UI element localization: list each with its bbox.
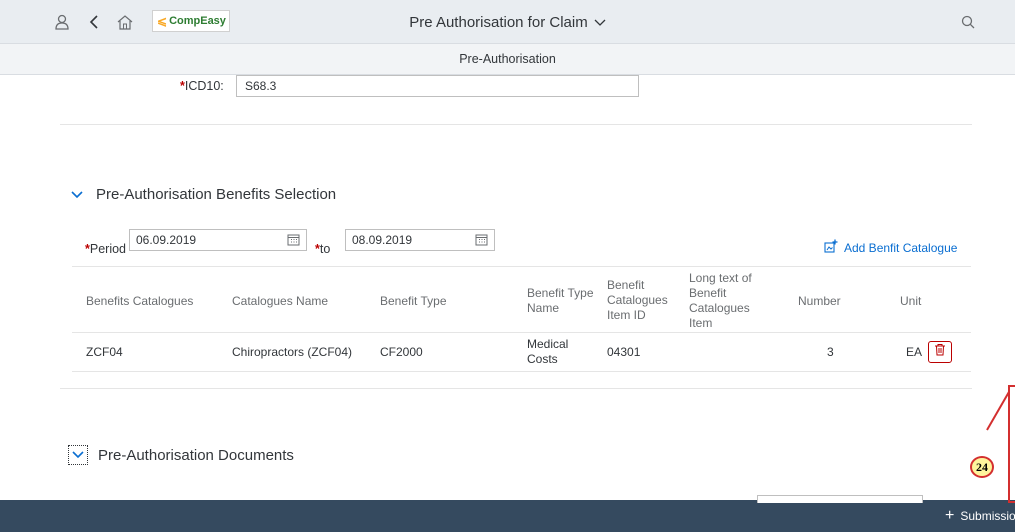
benefits-section-header[interactable]: Pre-Authorisation Benefits Selection (68, 186, 336, 203)
app-title-text[interactable]: Pre Authorisation for Claim (409, 14, 587, 31)
annotation-bracket-bottom (1008, 501, 1015, 503)
submission-button[interactable]: + Submissio (945, 508, 1015, 524)
delete-icon[interactable] (934, 343, 946, 361)
annotation-bracket (1008, 385, 1010, 503)
cell-catalogue: ZCF04 (86, 345, 123, 359)
delete-row-button[interactable] (928, 341, 952, 363)
annotation-badge: 24 (970, 456, 994, 478)
icd10-input[interactable]: S68.3 (236, 75, 639, 97)
table-row[interactable]: ZCF04 Chiropractors (ZCF04) CF2000 Medic… (72, 333, 971, 372)
column-header: Catalogues Name (232, 294, 329, 308)
period-from-input[interactable]: 06.09.2019 (129, 229, 307, 251)
page-subheader: Pre-Authorisation (0, 44, 1015, 75)
footer-input-edge (757, 495, 923, 503)
cell-number: 3 (827, 345, 834, 359)
documents-section-title: Pre-Authorisation Documents (98, 446, 294, 464)
cell-unit: EA (906, 345, 923, 359)
add-benefit-catalogue-link[interactable]: Add Benfit Catalogue (824, 239, 957, 256)
chevron-down-icon[interactable] (68, 187, 86, 202)
calendar-icon[interactable] (287, 233, 300, 249)
cell-catalogue-name: Chiropractors (ZCF04) (232, 345, 353, 359)
calendar-icon[interactable] (475, 233, 488, 249)
logo-text: CompEasy (169, 15, 226, 27)
company-logo: ⩽ CompEasy (152, 10, 230, 32)
divider (60, 124, 972, 125)
footer-toolbar: + Submissio (0, 495, 1015, 532)
divider (60, 388, 972, 389)
cell-benefit-type-name: Medical Costs (527, 337, 569, 366)
benefits-section-title: Pre-Authorisation Benefits Selection (96, 186, 337, 203)
column-header: Unit (900, 294, 922, 308)
column-header: Benefit Type (380, 294, 447, 308)
cell-item-id: 04301 (607, 345, 641, 359)
logo-mark: ⩽ (157, 14, 168, 28)
to-label: *to (315, 242, 331, 256)
chevron-down-icon[interactable] (68, 445, 88, 465)
main-content: *ICD10: S68.3 Pre-Authorisation Benefits… (10, 75, 990, 500)
column-header: Long text of Benefit Catalogues Item (689, 271, 752, 330)
cell-benefit-type: CF2000 (380, 345, 423, 359)
column-header: Benefit Catalogues Item ID (607, 278, 668, 322)
person-icon[interactable] (52, 12, 72, 32)
column-header: Benefit Type Name (527, 286, 594, 315)
home-icon[interactable] (115, 12, 135, 32)
column-header: Number (798, 294, 841, 308)
documents-section-header[interactable]: Pre-Authorisation Documents (68, 445, 294, 465)
benefits-table: Benefits Catalogues Catalogues Name Bene… (72, 266, 971, 372)
icd10-label: *ICD10: (180, 79, 224, 93)
back-icon[interactable] (84, 12, 104, 32)
chevron-down-icon[interactable] (594, 14, 606, 31)
shell-header: Pre Authorisation for Claim ⩽ CompEasy (0, 0, 1015, 44)
plus-icon[interactable]: + (945, 508, 954, 524)
period-label: *Period (85, 242, 127, 256)
subheader-title: Pre-Authorisation (459, 52, 556, 66)
table-header-row: Benefits Catalogues Catalogues Name Bene… (72, 266, 971, 333)
period-to-input[interactable]: 08.09.2019 (345, 229, 495, 251)
column-header: Benefits Catalogues (86, 294, 194, 308)
annotation-bracket-top (1008, 385, 1015, 387)
search-icon[interactable] (958, 12, 978, 32)
add-catalogue-icon[interactable] (824, 239, 838, 256)
